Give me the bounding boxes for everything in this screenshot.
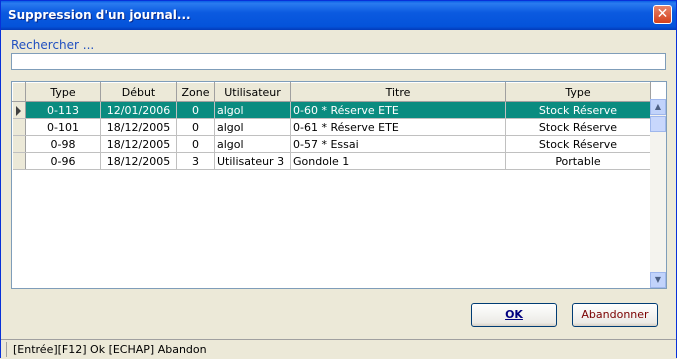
cell-debut: 18/12/2005 [100,135,177,153]
cell-type-2: Portable [505,152,651,170]
search-input[interactable] [11,53,666,70]
ok-button[interactable]: OK [471,303,557,327]
cell-type-2: Stock Réserve [505,101,651,119]
search-label: Rechercher ... [11,38,95,52]
cell-utilisateur: Utilisateur 3 [214,152,291,170]
journal-grid[interactable]: Type Début Zone Utilisateur Titre Type 0… [11,81,667,289]
cell-utilisateur: algol [214,118,291,136]
close-button[interactable]: ✕ [653,5,672,24]
dialog-window: Suppression d'un journal... ✕ Rechercher… [0,0,677,359]
journal-table: Type Début Zone Utilisateur Titre Type 0… [12,82,651,170]
table-row[interactable]: 0-101 18/12/2005 0 algol 0-61 * Réserve … [12,118,651,136]
table-row[interactable]: 0-98 18/12/2005 0 algol 0-57 * Essai Sto… [12,135,651,153]
row-indicator [12,101,26,119]
scroll-thumb[interactable] [650,116,666,132]
column-header-type-2[interactable]: Type [505,82,651,102]
cell-type: 0-98 [25,135,101,153]
chevron-up-icon: ▲ [654,102,662,111]
title-bar[interactable]: Suppression d'un journal... ✕ [1,1,676,30]
row-indicator [12,135,26,153]
row-indicator [12,152,26,170]
cell-debut: 18/12/2005 [100,118,177,136]
column-header-type[interactable]: Type [25,82,101,102]
close-icon: ✕ [656,6,669,22]
table-row[interactable]: 0-96 18/12/2005 3 Utilisateur 3 Gondole … [12,152,651,170]
status-text: [Entrée][F12] Ok [ECHAP] Abandon [13,343,207,356]
cell-debut: 18/12/2005 [100,152,177,170]
cell-utilisateur: algol [214,101,291,119]
cell-titre: 0-60 * Réserve ETE [290,101,506,119]
cell-type: 0-101 [25,118,101,136]
table-row[interactable]: 0-113 12/01/2006 0 algol 0-60 * Réserve … [12,101,651,119]
column-header-utilisateur[interactable]: Utilisateur [214,82,291,102]
row-indicator-header [12,82,26,102]
cell-zone: 3 [176,152,215,170]
cell-type: 0-113 [25,101,101,119]
cell-titre: 0-61 * Réserve ETE [290,118,506,136]
column-header-debut[interactable]: Début [100,82,177,102]
header-row: Type Début Zone Utilisateur Titre Type [12,82,651,102]
cell-titre: Gondole 1 [290,152,506,170]
cell-type-2: Stock Réserve [505,135,651,153]
column-header-titre[interactable]: Titre [290,82,506,102]
cell-zone: 0 [176,118,215,136]
status-separator [6,342,7,357]
current-row-arrow-icon [16,105,22,116]
cell-zone: 0 [176,101,215,119]
cell-type: 0-96 [25,152,101,170]
window-title: Suppression d'un journal... [8,8,191,22]
cancel-button[interactable]: Abandonner [572,303,658,327]
row-indicator [12,118,26,136]
cell-titre: 0-57 * Essai [290,135,506,153]
scroll-up-button[interactable]: ▲ [650,99,666,115]
chevron-down-icon: ▼ [654,275,662,284]
cell-debut: 12/01/2006 [100,101,177,119]
vertical-scrollbar[interactable]: ▲ ▼ [650,99,666,288]
column-header-zone[interactable]: Zone [176,82,215,102]
status-bar: [Entrée][F12] Ok [ECHAP] Abandon [1,339,676,359]
scroll-down-button[interactable]: ▼ [650,272,666,288]
cell-utilisateur: algol [214,135,291,153]
cell-zone: 0 [176,135,215,153]
cell-type-2: Stock Réserve [505,118,651,136]
